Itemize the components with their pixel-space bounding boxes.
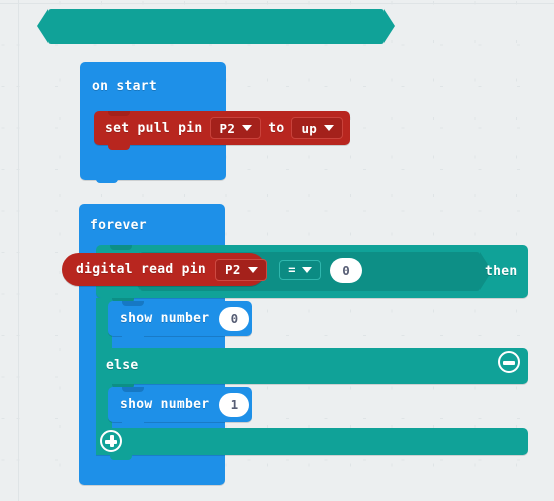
digital-read-pin-block[interactable]: digital read pin P2 — [62, 253, 267, 286]
remove-else-minus-icon[interactable] — [498, 351, 520, 373]
chevron-down-icon — [301, 267, 312, 273]
show-number-block-else[interactable]: show number 1 — [108, 387, 252, 427]
show-number-block-then[interactable]: show number 0 — [108, 301, 252, 341]
set-pull-pin-label: set pull pin — [105, 120, 203, 136]
on-start-label: on start — [92, 79, 158, 94]
comparison-operator-value: = — [288, 263, 296, 277]
if-else-footer-bar — [96, 428, 528, 460]
forever-label: forever — [90, 218, 147, 233]
digital-read-pin-dropdown[interactable]: P2 — [215, 258, 267, 281]
comparison-value-input[interactable]: 0 — [330, 258, 362, 283]
on-start-bottom-notch — [96, 178, 118, 183]
digital-read-pin-label: digital read pin — [76, 262, 207, 277]
else-label: else — [106, 358, 139, 373]
minus-bar — [503, 361, 515, 365]
comparison-operator-block[interactable] — [37, 9, 395, 44]
add-else-plus-icon[interactable] — [100, 430, 122, 452]
set-pull-pin-block[interactable]: set pull pin P2 to up — [94, 111, 350, 150]
then-label: then — [485, 264, 518, 279]
show-number-label: show number — [120, 311, 210, 326]
show-number-value-input[interactable]: 0 — [219, 306, 250, 331]
set-pull-pin-to-label: to — [268, 120, 285, 136]
chevron-down-icon — [242, 125, 253, 131]
pull-mode-dropdown[interactable]: up — [291, 117, 344, 139]
pin-dropdown[interactable]: P2 — [209, 117, 262, 139]
digital-read-pin-dropdown-value: P2 — [225, 262, 241, 277]
else-bar[interactable]: else — [96, 348, 528, 384]
blocks-workspace[interactable]: on start set pull pin P2 to up forever i… — [0, 0, 554, 501]
pull-mode-dropdown-value: up — [301, 120, 318, 136]
chevron-down-icon — [247, 266, 258, 273]
show-number-label: show number — [120, 397, 210, 412]
plus-bar-vertical — [110, 435, 114, 447]
comparison-operator-dropdown[interactable]: = — [279, 260, 321, 280]
chevron-down-icon — [324, 125, 335, 131]
pin-dropdown-value: P2 — [219, 120, 236, 136]
show-number-value-input[interactable]: 1 — [219, 392, 250, 417]
